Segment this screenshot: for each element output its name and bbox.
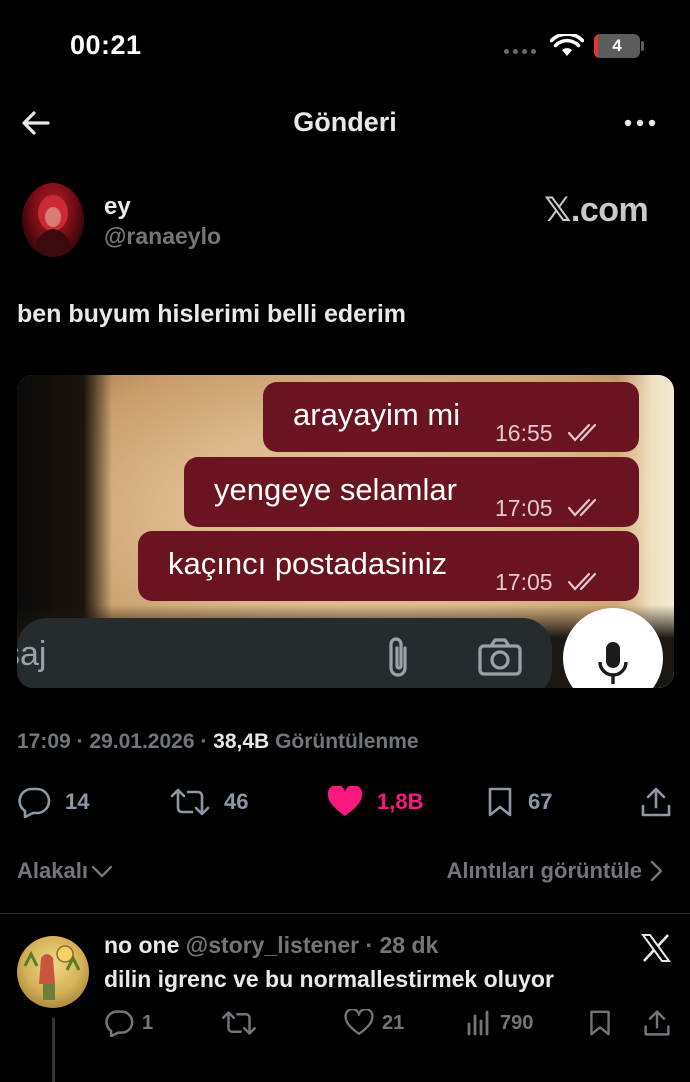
author-name[interactable]: ey bbox=[104, 193, 131, 221]
camera-icon bbox=[478, 638, 522, 676]
reply-text: dilin igrenc ve bu normallestirmek oluyo… bbox=[104, 966, 554, 992]
bookmark-icon bbox=[590, 1010, 610, 1036]
chat-message-text: kaçıncı postadasiniz bbox=[168, 546, 448, 581]
meta-separator: · bbox=[76, 730, 90, 753]
chat-message-time: 17:05 bbox=[495, 569, 553, 595]
views-count: 38,4B bbox=[213, 730, 270, 753]
reply-item[interactable]: no one @story_listener · 28 dk dilin igr… bbox=[0, 914, 690, 1082]
sort-dropdown[interactable]: Alakalı bbox=[17, 858, 114, 884]
chat-message-text: arayayim mi bbox=[293, 397, 461, 432]
repost-button[interactable]: 46 bbox=[170, 780, 248, 824]
reply-icon bbox=[105, 1010, 134, 1037]
chat-bubble-1: arayayim mi 16:55 bbox=[263, 382, 639, 452]
reply-age: 28 dk bbox=[379, 932, 439, 958]
repost-count: 46 bbox=[224, 789, 249, 814]
paperclip-icon bbox=[389, 637, 407, 677]
meta-separator: · bbox=[365, 932, 380, 958]
sort-label: Alakalı bbox=[17, 858, 88, 883]
reply-reply-count: 1 bbox=[142, 1011, 154, 1034]
chat-message-text: yengeye selamlar bbox=[214, 472, 457, 507]
double-check-icon bbox=[567, 572, 597, 591]
like-button[interactable]: 1,8B bbox=[327, 780, 423, 824]
like-count: 1,8B bbox=[377, 789, 424, 814]
view-quotes-label: Alıntıları görüntüle bbox=[446, 858, 642, 883]
chat-bubble-2: yengeye selamlar 17:05 bbox=[184, 457, 639, 527]
double-check-icon bbox=[567, 423, 597, 442]
share-icon bbox=[644, 1010, 670, 1036]
replies-filter-row: Alakalı Alıntıları görüntüle bbox=[0, 852, 690, 892]
battery-level: 4 bbox=[612, 36, 622, 55]
post-meta: 17:09 · 29.01.2026 · 38,4B Görüntülenme bbox=[17, 730, 419, 754]
post-text: ben buyum hislerimi belli ederim bbox=[17, 300, 406, 328]
wifi-icon bbox=[550, 34, 584, 56]
bookmark-icon bbox=[488, 787, 512, 817]
reply-header: no one @story_listener · 28 dk bbox=[104, 932, 438, 959]
reply-share-button[interactable] bbox=[643, 1006, 671, 1040]
share-icon bbox=[641, 787, 671, 817]
reply-views-button[interactable]: 790 bbox=[466, 1006, 533, 1040]
reply-like-button[interactable]: 21 bbox=[344, 1006, 404, 1040]
views-label: Görüntülenme bbox=[275, 730, 419, 753]
chat-message-time: 17:05 bbox=[495, 495, 553, 521]
reply-author-name[interactable]: no one bbox=[104, 932, 179, 958]
reply-icon bbox=[18, 787, 51, 818]
post-author: ey @ranaeylo 𝕏.com bbox=[0, 180, 690, 260]
post-actions: 14 46 1,8B 67 bbox=[0, 780, 690, 824]
repost-icon bbox=[170, 788, 210, 816]
reply-actions: 1 21 790 bbox=[0, 1006, 690, 1040]
chat-message-time: 16:55 bbox=[495, 420, 553, 446]
chevron-down-icon bbox=[91, 865, 113, 878]
microphone-icon bbox=[598, 642, 628, 684]
chat-input-placeholder: saj bbox=[17, 635, 47, 673]
x-logo-icon bbox=[641, 934, 671, 962]
author-handle[interactable]: @ranaeylo bbox=[104, 223, 221, 250]
x-com-watermark: 𝕏.com bbox=[544, 191, 649, 229]
status-time: 00:21 bbox=[70, 30, 142, 60]
chat-input-bar: saj bbox=[17, 618, 552, 688]
reply-avatar[interactable] bbox=[17, 936, 89, 1008]
post-date: 29.01.2026 bbox=[89, 730, 195, 753]
heart-icon bbox=[344, 1009, 374, 1035]
double-check-icon bbox=[567, 498, 597, 517]
reply-author-handle[interactable]: @story_listener bbox=[186, 932, 359, 958]
post-media-image[interactable]: arayayim mi 16:55 yengeye selamlar 17:05… bbox=[17, 375, 674, 688]
battery-tip bbox=[641, 41, 644, 51]
status-bar: 00:21 4 bbox=[0, 0, 690, 90]
cellular-signal-icon bbox=[504, 49, 540, 55]
share-button[interactable] bbox=[640, 780, 672, 824]
reply-like-count: 21 bbox=[382, 1011, 405, 1034]
bookmark-button[interactable]: 67 bbox=[486, 780, 552, 824]
reply-button[interactable]: 14 bbox=[17, 780, 89, 824]
reply-reply-button[interactable]: 1 bbox=[104, 1006, 153, 1040]
more-options-icon[interactable] bbox=[620, 111, 660, 135]
author-avatar[interactable] bbox=[22, 183, 84, 257]
reply-count: 14 bbox=[65, 789, 90, 814]
heart-filled-icon bbox=[327, 786, 363, 816]
page-title: Gönderi bbox=[293, 107, 397, 137]
views-chart-icon bbox=[467, 1010, 489, 1036]
meta-separator: · bbox=[200, 730, 214, 753]
reply-repost-button[interactable] bbox=[221, 1006, 257, 1040]
post-time: 17:09 bbox=[17, 730, 71, 753]
reply-bookmark-button[interactable] bbox=[588, 1006, 612, 1040]
chat-bubble-3: kaçıncı postadasiniz 17:05 bbox=[138, 531, 639, 601]
view-quotes-link[interactable]: Alıntıları görüntüle bbox=[446, 858, 666, 884]
repost-icon bbox=[222, 1011, 256, 1035]
top-bar: Gönderi bbox=[0, 95, 690, 151]
reply-views-count: 790 bbox=[500, 1011, 534, 1034]
battery-icon: 4 bbox=[594, 34, 640, 58]
chevron-right-icon bbox=[650, 860, 663, 882]
bookmark-count: 67 bbox=[528, 789, 553, 814]
